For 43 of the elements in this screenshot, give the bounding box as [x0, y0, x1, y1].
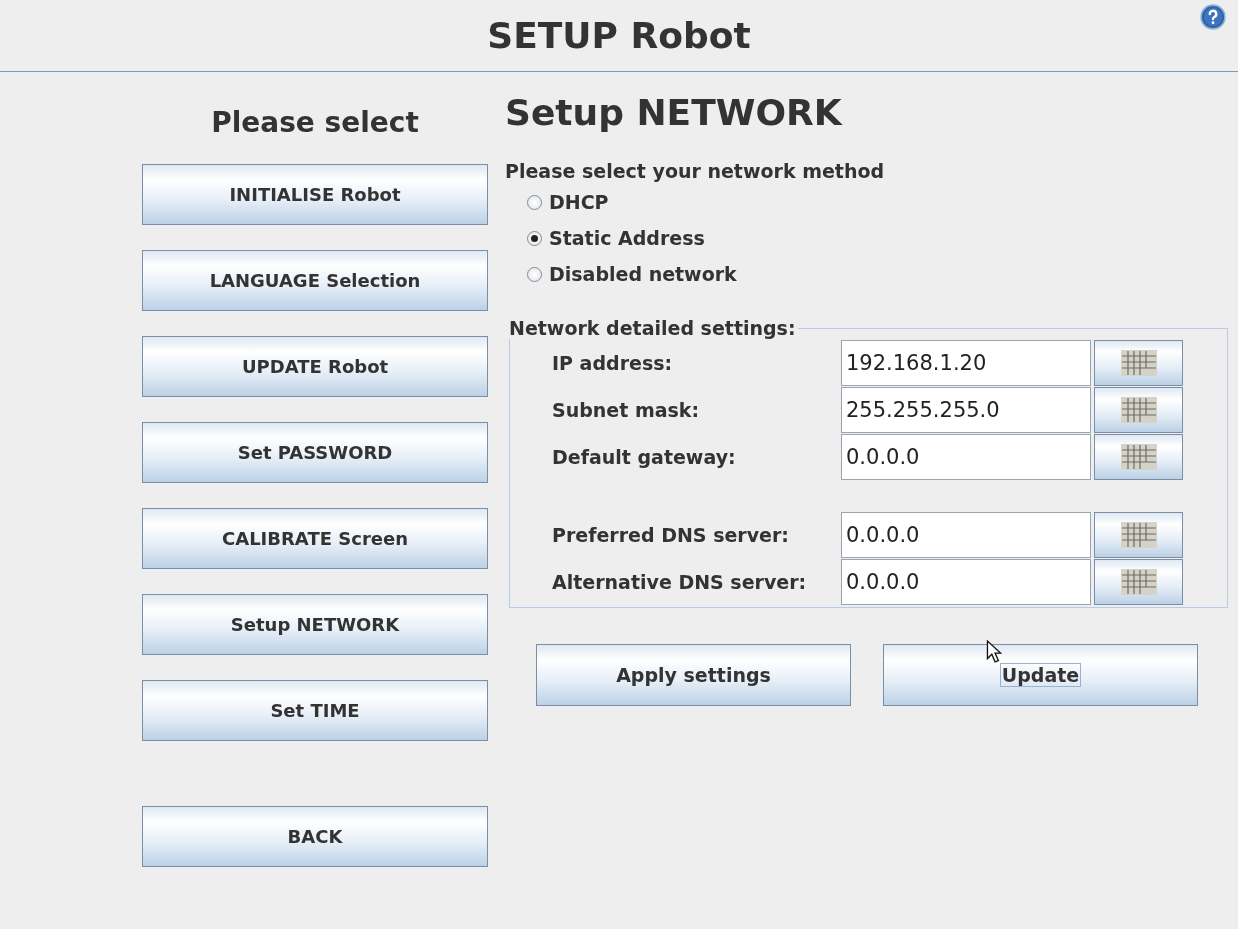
back-button[interactable]: BACK: [142, 806, 488, 867]
input-field[interactable]: 192.168.1.20: [841, 339, 1091, 386]
field-label: Alternative DNS server:: [552, 570, 808, 593]
keypad-icon: [1120, 568, 1157, 595]
menu-button[interactable]: Set PASSWORD: [142, 422, 488, 483]
menu-button[interactable]: CALIBRATE Screen: [142, 508, 488, 569]
keypad-icon: [1120, 396, 1157, 423]
field-label: Preferred DNS server:: [552, 523, 790, 546]
menu-button[interactable]: LANGUAGE Selection: [142, 250, 488, 311]
page-title: SETUP Robot: [487, 15, 751, 56]
radio-button[interactable]: [527, 266, 542, 282]
help-icon[interactable]: [1200, 4, 1226, 30]
field-label: IP address:: [552, 351, 674, 374]
field-label: Subnet mask:: [552, 398, 701, 421]
radio-button[interactable]: [527, 194, 542, 210]
keypad-icon: [1120, 349, 1157, 376]
keypad-icon: [1120, 443, 1157, 470]
input-field[interactable]: 0.0.0.0: [841, 558, 1091, 605]
keypad-button[interactable]: [1094, 558, 1183, 605]
sidebar-title: Please select: [210, 106, 420, 141]
field-label: Default gateway:: [552, 445, 737, 468]
keypad-button[interactable]: [1094, 433, 1183, 480]
keypad-button[interactable]: [1094, 339, 1183, 386]
radio-label: Static Address: [549, 227, 705, 249]
action-button[interactable]: Apply settings: [536, 644, 851, 706]
panel-legend: Network detailed settings:: [507, 317, 798, 339]
radio-label: DHCP: [549, 191, 609, 213]
input-field[interactable]: 0.0.0.0: [841, 433, 1091, 480]
menu-button[interactable]: Setup NETWORK: [142, 594, 488, 655]
prompt-text: Please select your network method: [505, 160, 886, 182]
keypad-button[interactable]: [1094, 511, 1183, 558]
radio-label: Disabled network: [549, 263, 737, 285]
keypad-button[interactable]: [1094, 386, 1183, 433]
input-field[interactable]: 0.0.0.0: [841, 511, 1091, 558]
menu-button[interactable]: UPDATE Robot: [142, 336, 488, 397]
input-field[interactable]: 255.255.255.0: [841, 386, 1091, 433]
section-title: Setup NETWORK: [505, 92, 844, 135]
action-button[interactable]: Update: [883, 644, 1198, 706]
radio-button[interactable]: [527, 230, 542, 246]
menu-button[interactable]: Set TIME: [142, 680, 488, 741]
menu-button[interactable]: INITIALISE Robot: [142, 164, 488, 225]
cursor-icon: [986, 640, 1002, 664]
keypad-icon: [1120, 521, 1157, 548]
